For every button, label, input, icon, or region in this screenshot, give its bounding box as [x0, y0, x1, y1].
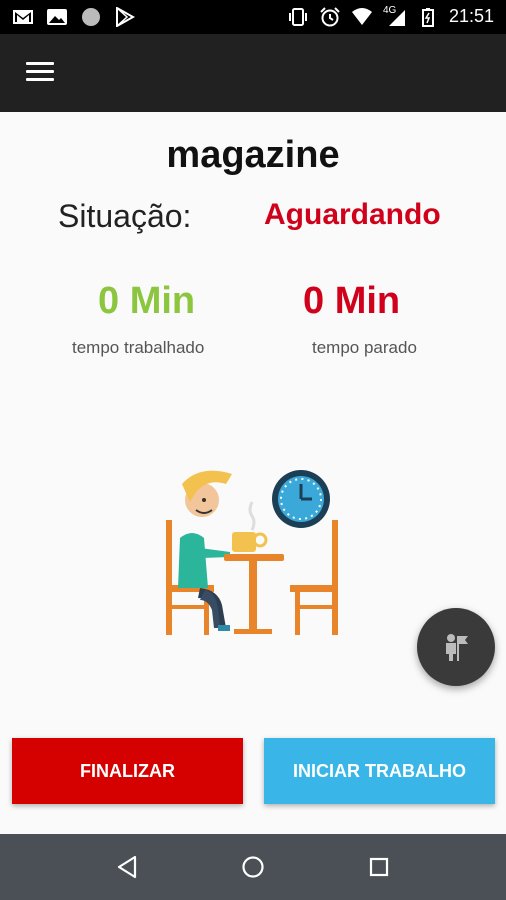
- right-chair: [290, 520, 338, 635]
- wifi-icon: [351, 7, 372, 25]
- alarm-icon: [320, 6, 340, 26]
- person-flag-icon: [446, 634, 468, 661]
- worked-time-value: 0 Min: [98, 280, 196, 322]
- photo-icon: [47, 9, 67, 25]
- page-title: magazine: [166, 134, 340, 176]
- finish-button[interactable]: FINALIZAR: [12, 738, 243, 804]
- situation-value: Aguardando: [264, 198, 441, 231]
- status-bar: 4G 21:51: [0, 0, 506, 34]
- gmail-icon: [13, 10, 33, 24]
- table: [224, 554, 284, 634]
- stopped-time-value: 0 Min: [303, 280, 401, 322]
- back-icon[interactable]: [113, 852, 143, 882]
- home-icon[interactable]: [238, 852, 268, 882]
- app-bar: [0, 34, 506, 112]
- status-time: 21:51: [448, 6, 494, 26]
- navigation-bar: [0, 834, 506, 900]
- menu-icon[interactable]: [26, 62, 54, 84]
- recents-icon[interactable]: [364, 852, 394, 882]
- signal-icon: 4G: [383, 5, 407, 27]
- stopped-time-label: tempo parado: [312, 338, 417, 357]
- start-work-button[interactable]: INICIAR TRABALHO: [264, 738, 495, 804]
- status-right: 4G 21:51: [287, 5, 494, 27]
- clock-icon: [272, 470, 330, 528]
- worked-time-label: tempo trabalhado: [72, 338, 205, 357]
- vibrate-icon: [288, 7, 307, 26]
- play-store-icon: [116, 7, 136, 27]
- battery-icon: [421, 7, 434, 27]
- coffee-cup-icon: [232, 532, 268, 552]
- status-left-icons: [12, 7, 136, 27]
- situation-label: Situação:: [58, 198, 192, 234]
- waiting-illustration: [166, 470, 338, 635]
- circle-icon: [82, 8, 100, 26]
- stop-reason-fab[interactable]: [417, 608, 495, 686]
